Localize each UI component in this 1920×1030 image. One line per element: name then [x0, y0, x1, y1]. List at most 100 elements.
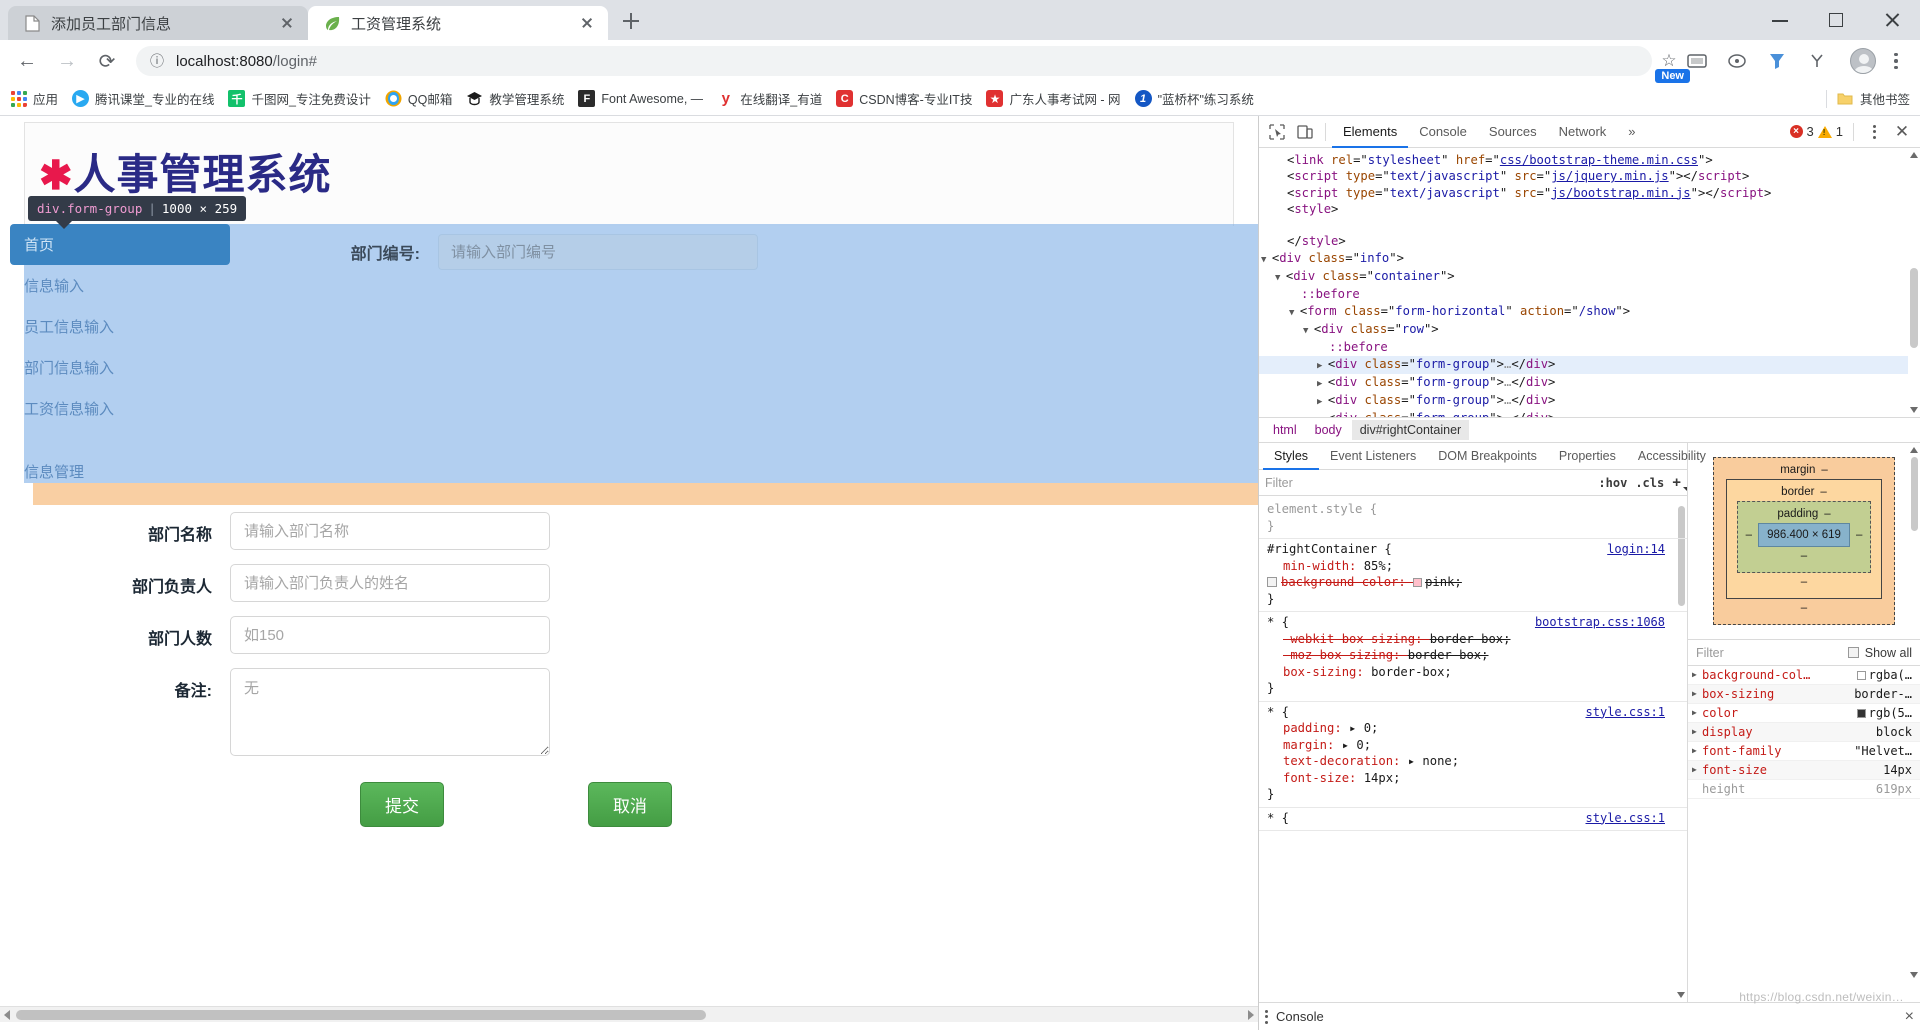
chevron-down-icon[interactable]: ▼	[1289, 308, 1300, 318]
sidebar-item-employee-input[interactable]: 员工信息输入	[10, 306, 230, 347]
css-property-value[interactable]: ▸ none;	[1408, 754, 1459, 768]
cls-toggle[interactable]: .cls	[1635, 476, 1664, 490]
computed-scrollbar[interactable]	[1909, 443, 1920, 1002]
css-rule[interactable]: login:14 #rightContainer {min-width: 85%;…	[1259, 539, 1687, 612]
tab-properties[interactable]: Properties	[1548, 443, 1627, 470]
sidebar-item-info-manage[interactable]: 信息管理	[10, 451, 230, 492]
dom-tree-node[interactable]	[1259, 217, 1920, 233]
kebab-menu-icon[interactable]	[1860, 119, 1888, 145]
inspect-cursor-icon[interactable]	[1263, 119, 1291, 145]
sidebar-item-home[interactable]: 首页	[10, 224, 230, 265]
css-declaration[interactable]: box-sizing: border-box;	[1267, 664, 1679, 681]
computed-property-row[interactable]: ▶ font-size 14px	[1688, 761, 1920, 780]
new-tab-button[interactable]	[614, 4, 648, 38]
css-property-name[interactable]: font-size:	[1267, 771, 1364, 785]
sidebar-item-department-input[interactable]: 部门信息输入	[10, 347, 230, 388]
close-icon[interactable]	[576, 12, 598, 34]
back-icon[interactable]: ←	[10, 44, 44, 78]
bookmark-qqmail[interactable]: QQ邮箱	[385, 89, 452, 108]
computed-property-row[interactable]: ▶ box-sizing border-…	[1688, 685, 1920, 704]
computed-property-row[interactable]: ▶ font-family "Helvet…	[1688, 742, 1920, 761]
css-rule[interactable]: style.css:1 * {	[1259, 808, 1687, 831]
hov-toggle[interactable]: :hov	[1598, 476, 1627, 490]
dom-tree-node[interactable]: ▶ <div class="form-group">…</div>	[1259, 392, 1920, 410]
department-manager-input[interactable]	[230, 564, 550, 602]
css-declaration[interactable]: padding: ▸ 0;	[1267, 720, 1679, 737]
bookmark-tencent[interactable]: ▶ 腾讯课堂_专业的在线	[72, 89, 214, 108]
chevron-down-icon[interactable]: ▼	[1261, 255, 1272, 265]
scrollbar-thumb[interactable]	[1910, 268, 1918, 348]
dom-scrollbar[interactable]	[1908, 148, 1920, 417]
css-rule[interactable]: element.style {}	[1259, 499, 1687, 539]
breadcrumb-rightcontainer[interactable]: div#rightContainer	[1351, 420, 1470, 440]
css-property-name[interactable]: min-width:	[1267, 559, 1364, 573]
css-property-value[interactable]: pink;	[1425, 575, 1462, 589]
dom-tree-node[interactable]: <script type="text/javascript" src="js/j…	[1259, 168, 1920, 184]
scroll-right-icon[interactable]	[1248, 1010, 1254, 1020]
remarks-textarea[interactable]	[230, 668, 550, 756]
css-property-value[interactable]: 14px;	[1364, 771, 1401, 785]
dom-tree-node[interactable]: ::before	[1259, 286, 1920, 302]
computed-filter-input[interactable]: Filter	[1696, 646, 1842, 660]
tab-styles[interactable]: Styles	[1263, 443, 1319, 470]
css-rule-source[interactable]: style.css:1	[1586, 704, 1665, 721]
console-drawer-label[interactable]: Console	[1276, 1009, 1324, 1024]
css-rules-list[interactable]: element.style {} login:14 #rightContainer …	[1259, 496, 1687, 1002]
bookmarks-other-label[interactable]: 其他书签	[1860, 89, 1910, 108]
horizontal-scrollbar[interactable]	[0, 1006, 1258, 1022]
styles-filter-input[interactable]: Filter	[1265, 476, 1590, 490]
dom-tree-node[interactable]: <link rel="stylesheet" href="css/bootstr…	[1259, 152, 1920, 168]
info-icon[interactable]: ⓘ	[148, 52, 166, 70]
chevron-right-icon[interactable]: ▶	[1692, 705, 1702, 721]
chevron-right-icon[interactable]: ▶	[1317, 397, 1328, 407]
devtools-tab-elements[interactable]: Elements	[1332, 116, 1408, 148]
dom-tree-node[interactable]: <style>	[1259, 201, 1920, 217]
css-property-name[interactable]: padding:	[1267, 721, 1349, 735]
box-model-content-size[interactable]: 986.400 × 619	[1758, 523, 1850, 547]
extension-icon-3[interactable]	[1760, 44, 1794, 78]
css-property-name[interactable]: margin:	[1267, 738, 1342, 752]
box-model-border-bottom[interactable]: –	[1737, 576, 1872, 588]
scroll-down-icon[interactable]	[1910, 407, 1918, 413]
box-model-margin-bottom[interactable]: –	[1726, 602, 1883, 614]
scrollbar-thumb[interactable]	[16, 1010, 706, 1020]
sidebar-item-salary-input[interactable]: 工资信息输入	[10, 388, 230, 429]
minimize-icon[interactable]	[1752, 0, 1808, 40]
close-icon[interactable]: ×	[1905, 1008, 1914, 1026]
computed-property-row[interactable]: ▶ color rgb(5…	[1688, 704, 1920, 723]
dom-tree-node[interactable]: ▼ <div class="info">	[1259, 250, 1920, 268]
chevron-right-icon[interactable]: ▶	[1317, 379, 1328, 389]
devtools-tab-console[interactable]: Console	[1408, 116, 1478, 148]
box-model-margin-top[interactable]: –	[1821, 464, 1827, 476]
extension-icon-2[interactable]	[1720, 44, 1754, 78]
tab-dom-breakpoints[interactable]: DOM Breakpoints	[1427, 443, 1548, 470]
css-property-name[interactable]: background-color:	[1281, 575, 1413, 589]
css-rule[interactable]: bootstrap.css:1068 * {-webkit-box-sizing:…	[1259, 612, 1687, 702]
devtools-tab-sources[interactable]: Sources	[1478, 116, 1548, 148]
bookmark-qiantu[interactable]: 千 千图网_专注免费设计	[228, 89, 371, 108]
css-rule-source[interactable]: bootstrap.css:1068	[1535, 614, 1665, 631]
box-model-padding-right[interactable]: –	[1856, 529, 1862, 541]
forward-icon[interactable]: →	[50, 44, 84, 78]
more-tabs-icon[interactable]: »	[1617, 116, 1646, 148]
chevron-right-icon[interactable]: ▶	[1692, 667, 1702, 683]
error-count-badge[interactable]: × 3	[1789, 124, 1814, 139]
scroll-down-icon[interactable]	[1677, 992, 1685, 998]
box-model-border-top[interactable]: –	[1820, 486, 1826, 498]
declaration-toggle-checkbox[interactable]	[1267, 577, 1277, 587]
chevron-right-icon[interactable]: ▶	[1692, 724, 1702, 740]
show-all-checkbox[interactable]	[1847, 647, 1859, 658]
dom-tree-node[interactable]: ▶ <div class="form-group">…</div>	[1259, 355, 1920, 374]
bookmark-gdrsks[interactable]: ★ 广东人事考试网 - 网	[986, 89, 1121, 108]
bookmark-lanqiao[interactable]: 1 "蓝桥杯"练习系统	[1134, 89, 1254, 108]
dom-tree-node[interactable]: ▼ <div class="container">	[1259, 268, 1920, 286]
dom-tree-node[interactable]: ▶ <div class="form-group">…</div>	[1259, 374, 1920, 392]
warning-count-badge[interactable]: 1	[1817, 124, 1843, 139]
scroll-up-icon[interactable]	[1910, 447, 1918, 453]
box-model-padding-top[interactable]: –	[1824, 508, 1830, 520]
dom-tree-node[interactable]: ::before	[1259, 339, 1920, 355]
computed-property-row[interactable]: ▶ display block	[1688, 723, 1920, 742]
address-bar[interactable]: ⓘ localhost:8080/login#	[136, 46, 1652, 76]
css-property-name[interactable]: -moz-box-sizing:	[1267, 648, 1408, 662]
device-toolbar-icon[interactable]	[1291, 119, 1319, 145]
